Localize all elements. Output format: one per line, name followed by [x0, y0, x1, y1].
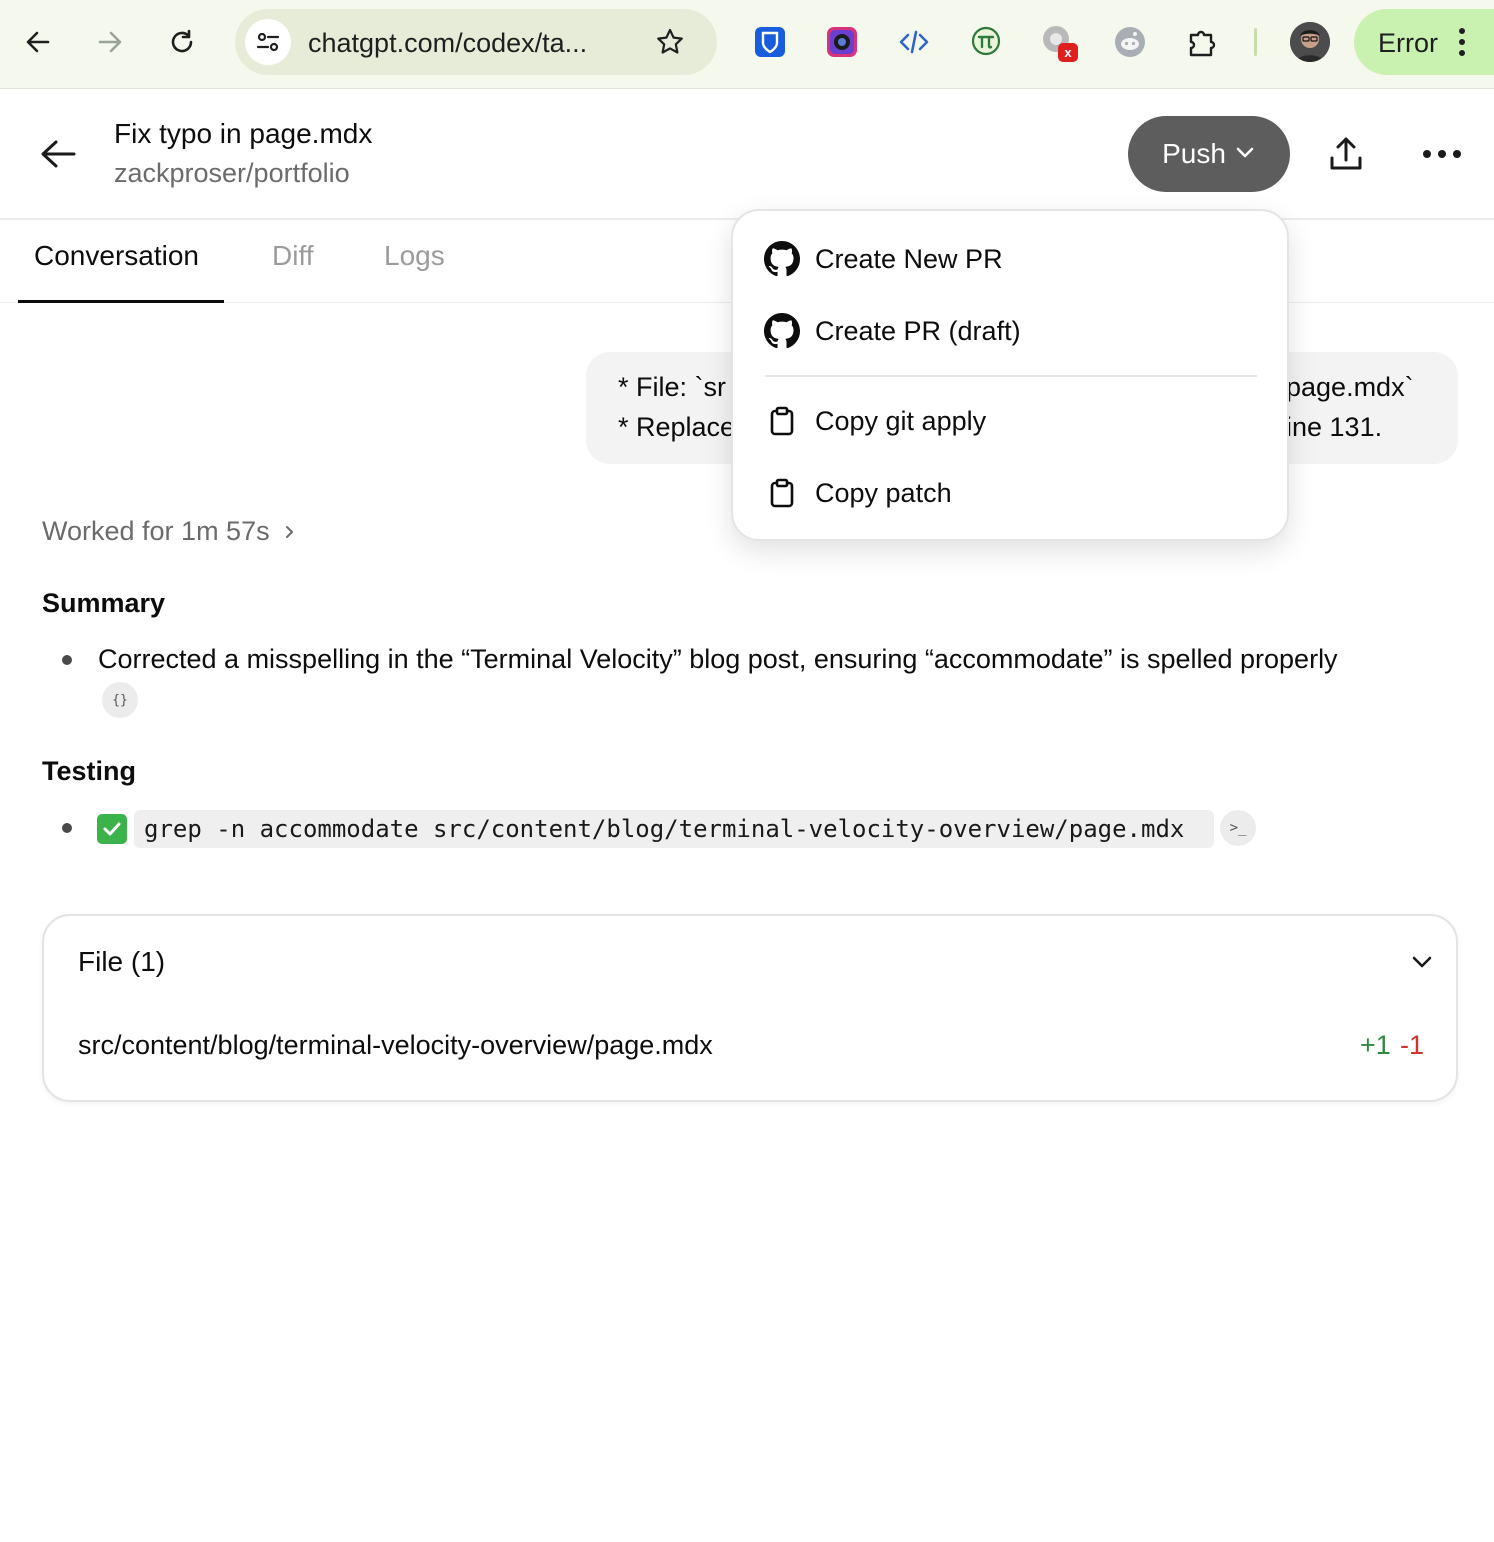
profile-avatar[interactable] [1290, 22, 1330, 62]
file-path-link[interactable]: src/content/blog/terminal-velocity-overv… [78, 1030, 713, 1061]
reddit-icon[interactable] [1110, 22, 1150, 62]
puzzle-extensions-icon[interactable] [1182, 22, 1222, 62]
back-arrow-icon[interactable] [36, 132, 80, 176]
changed-files-card: File (1) src/content/blog/terminal-veloc… [42, 914, 1458, 1102]
worked-duration-toggle[interactable]: Worked for 1m 57s [42, 516, 298, 547]
bitwarden-icon[interactable] [750, 22, 790, 62]
menu-item-label: Create New PR [815, 243, 1003, 274]
clipboard-icon [763, 474, 801, 512]
push-label: Push [1162, 138, 1226, 169]
prompt-line-2-end: ine 131. [1286, 412, 1383, 442]
menu-item-create-new-pr[interactable]: Create New PR [763, 233, 1259, 285]
blocked-badge-text: x [1064, 45, 1072, 60]
forward-icon[interactable] [90, 22, 130, 62]
collapse-chevron-icon[interactable] [1406, 946, 1438, 978]
pi-extension-icon[interactable] [966, 22, 1006, 62]
github-icon [763, 240, 801, 278]
address-bar[interactable]: chatgpt.com/codex/ta... [235, 9, 717, 75]
menu-divider [765, 375, 1257, 377]
files-title: File (1) [78, 946, 166, 977]
task-title: Fix typo in page.mdx [114, 118, 373, 149]
prompt-line-1-end: page.mdx` [1286, 372, 1414, 402]
menu-item-create-pr-draft[interactable]: Create PR (draft) [763, 305, 1259, 357]
menu-item-label: Copy patch [815, 477, 952, 508]
check-mark-icon [97, 814, 127, 844]
push-dropdown-menu: Create New PR Create PR (draft) Copy git… [731, 209, 1289, 541]
reload-icon[interactable] [162, 22, 202, 62]
repository-name: zackproser/portfolio [114, 158, 350, 188]
menu-item-label: Copy git apply [815, 405, 987, 436]
more-options-icon[interactable] [1418, 138, 1466, 170]
testing-heading: Testing [42, 756, 136, 786]
menu-item-label: Create PR (draft) [815, 315, 1021, 346]
terminal-chip[interactable]: >_ [1220, 810, 1256, 846]
push-button[interactable]: Push [1128, 116, 1290, 192]
camera-extension-icon[interactable] [822, 22, 862, 62]
prompt-line-1-start: * File: `sr [618, 372, 726, 402]
bookmark-star-icon[interactable] [651, 23, 689, 61]
menu-item-copy-git-apply[interactable]: Copy git apply [763, 395, 1259, 447]
github-icon [763, 312, 801, 350]
back-icon[interactable] [18, 22, 58, 62]
tab-diff[interactable]: Diff [272, 240, 314, 272]
browser-toolbar: chatgpt.com/codex/ta... x Error [0, 0, 1494, 89]
chevron-down-icon [1234, 138, 1256, 170]
test-command: grep -n accommodate src/content/blog/ter… [134, 810, 1214, 848]
worked-duration-label: Worked for 1m 57s [42, 516, 270, 546]
profile-error-button[interactable]: Error [1354, 9, 1494, 75]
tab-conversation[interactable]: Conversation [34, 240, 199, 272]
chevron-right-icon [282, 516, 298, 547]
menu-item-copy-patch[interactable]: Copy patch [763, 467, 1259, 519]
clipboard-icon [763, 402, 801, 440]
url-text[interactable]: chatgpt.com/codex/ta... [308, 28, 587, 59]
code-inspector-icon[interactable] [894, 22, 934, 62]
summary-bullet [62, 655, 72, 665]
toolbar-divider [1254, 28, 1257, 56]
share-upload-icon[interactable] [1324, 132, 1368, 176]
blocked-extension-icon[interactable]: x [1038, 22, 1078, 62]
tab-logs[interactable]: Logs [384, 240, 445, 272]
testing-bullet [62, 823, 72, 833]
summary-heading: Summary [42, 588, 166, 618]
site-settings-icon[interactable] [245, 19, 291, 65]
additions-count: +1 [1360, 1030, 1391, 1060]
kebab-menu-icon[interactable] [1450, 25, 1474, 59]
prompt-line-2-start: * Replace [618, 412, 736, 442]
code-citation-chip[interactable]: {} [102, 682, 138, 718]
deletions-count: -1 [1400, 1030, 1425, 1060]
summary-item: Corrected a misspelling in the “Terminal… [98, 644, 1338, 674]
active-tab-indicator [18, 300, 224, 303]
error-label: Error [1378, 28, 1438, 58]
